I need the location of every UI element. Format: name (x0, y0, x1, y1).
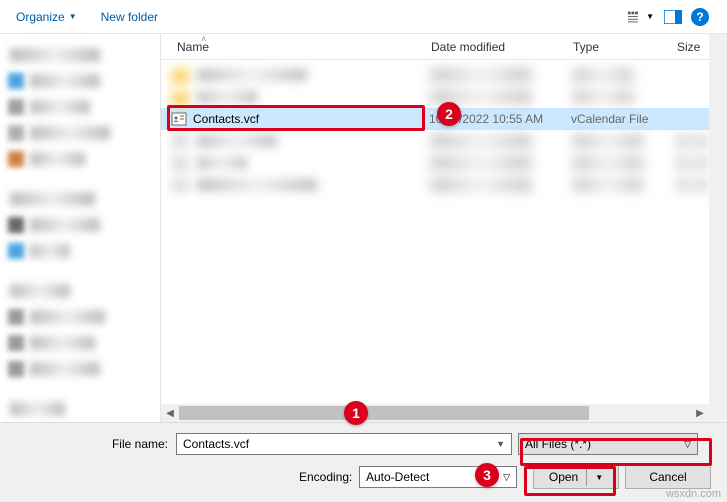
file-list-area: ˄ Name Date modified Type Size (160, 34, 727, 422)
sort-indicator-icon: ˄ (201, 34, 206, 44)
view-options-button[interactable]: ▼ (627, 6, 655, 28)
encoding-value: Auto-Detect (366, 470, 429, 484)
list-item[interactable] (161, 130, 727, 152)
chevron-down-icon[interactable]: ▽ (503, 472, 510, 483)
list-item[interactable] (161, 174, 727, 196)
encoding-label: Encoding: (299, 470, 359, 484)
annotation-callout-2: 2 (437, 102, 461, 126)
main-area: ˄ Name Date modified Type Size (0, 34, 727, 422)
scroll-right-icon[interactable]: ▶ (691, 404, 709, 422)
header-date[interactable]: Date modified (423, 40, 565, 54)
chevron-down-icon: ▼ (646, 12, 654, 21)
cancel-button[interactable]: Cancel (625, 465, 711, 489)
view-icon (628, 10, 644, 24)
organize-label: Organize (16, 10, 65, 24)
header-type[interactable]: Type (565, 40, 669, 54)
annotation-box-filter (520, 438, 712, 466)
list-item[interactable] (161, 64, 727, 86)
vertical-scrollbar[interactable] (709, 34, 727, 422)
scroll-left-icon[interactable]: ◀ (161, 404, 179, 422)
annotation-box-open (524, 466, 616, 496)
list-item[interactable] (161, 152, 727, 174)
filename-value: Contacts.vcf (183, 437, 249, 451)
new-folder-button[interactable]: New folder (101, 10, 158, 24)
horizontal-scrollbar[interactable]: ◀ ▶ (161, 404, 709, 422)
scroll-thumb[interactable] (179, 406, 589, 420)
navigation-sidebar[interactable] (0, 34, 160, 422)
preview-pane-icon (664, 10, 682, 24)
chevron-down-icon: ▼ (69, 12, 77, 21)
toolbar: Organize ▼ New folder ▼ ? (0, 0, 727, 34)
annotation-callout-3: 3 (475, 463, 499, 487)
annotation-callout-1: 1 (344, 401, 368, 425)
new-folder-label: New folder (101, 10, 158, 24)
watermark: wsxdn.com (666, 488, 721, 500)
organize-button[interactable]: Organize ▼ (16, 10, 77, 24)
filename-label: File name: (16, 437, 176, 451)
file-type: vCalendar File (571, 112, 675, 126)
filename-input[interactable]: Contacts.vcf ▼ (176, 433, 512, 455)
column-headers: ˄ Name Date modified Type Size (161, 34, 727, 60)
cancel-label: Cancel (649, 470, 686, 484)
annotation-box-file (167, 105, 425, 131)
preview-pane-button[interactable] (661, 6, 685, 28)
help-button[interactable]: ? (691, 8, 709, 26)
help-icon: ? (696, 10, 703, 24)
chevron-down-icon[interactable]: ▼ (496, 439, 505, 449)
